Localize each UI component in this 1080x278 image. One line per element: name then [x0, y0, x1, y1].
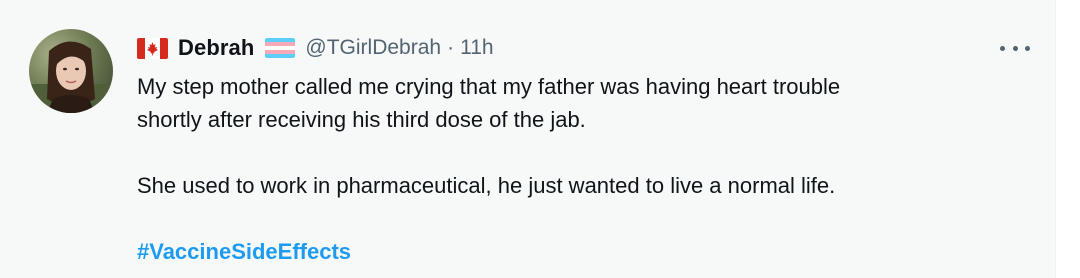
transgender-flag-icon: [265, 38, 296, 58]
avatar[interactable]: [29, 29, 113, 113]
author-name[interactable]: Debrah: [178, 35, 254, 61]
more-dot: [1000, 45, 1005, 51]
tweet-timestamp[interactable]: 11h: [460, 36, 493, 60]
tweet-header: Debrah @TGirlDebrah · 11h: [137, 34, 494, 62]
more-horizontal-icon[interactable]: [1000, 38, 1030, 58]
tweet-text: My step mother called me crying that my …: [137, 70, 1027, 268]
canada-flag-icon: [137, 37, 168, 59]
tweet-text-line: shortly after receiving his third dose o…: [137, 107, 586, 132]
tweet-text-line: She used to work in pharmaceutical, he j…: [137, 173, 836, 198]
avatar-image: [29, 29, 113, 113]
tweet-card[interactable]: Debrah @TGirlDebrah · 11h My step mother…: [0, 0, 1056, 278]
more-dot: [1025, 45, 1030, 51]
tweet-text-line: My step mother called me crying that my …: [137, 74, 841, 99]
author-handle[interactable]: @TGirlDebrah: [305, 36, 441, 60]
separator-dot: ·: [447, 36, 455, 59]
hashtag-link[interactable]: #VaccineSideEffects: [137, 239, 351, 264]
more-dot: [1012, 45, 1018, 51]
